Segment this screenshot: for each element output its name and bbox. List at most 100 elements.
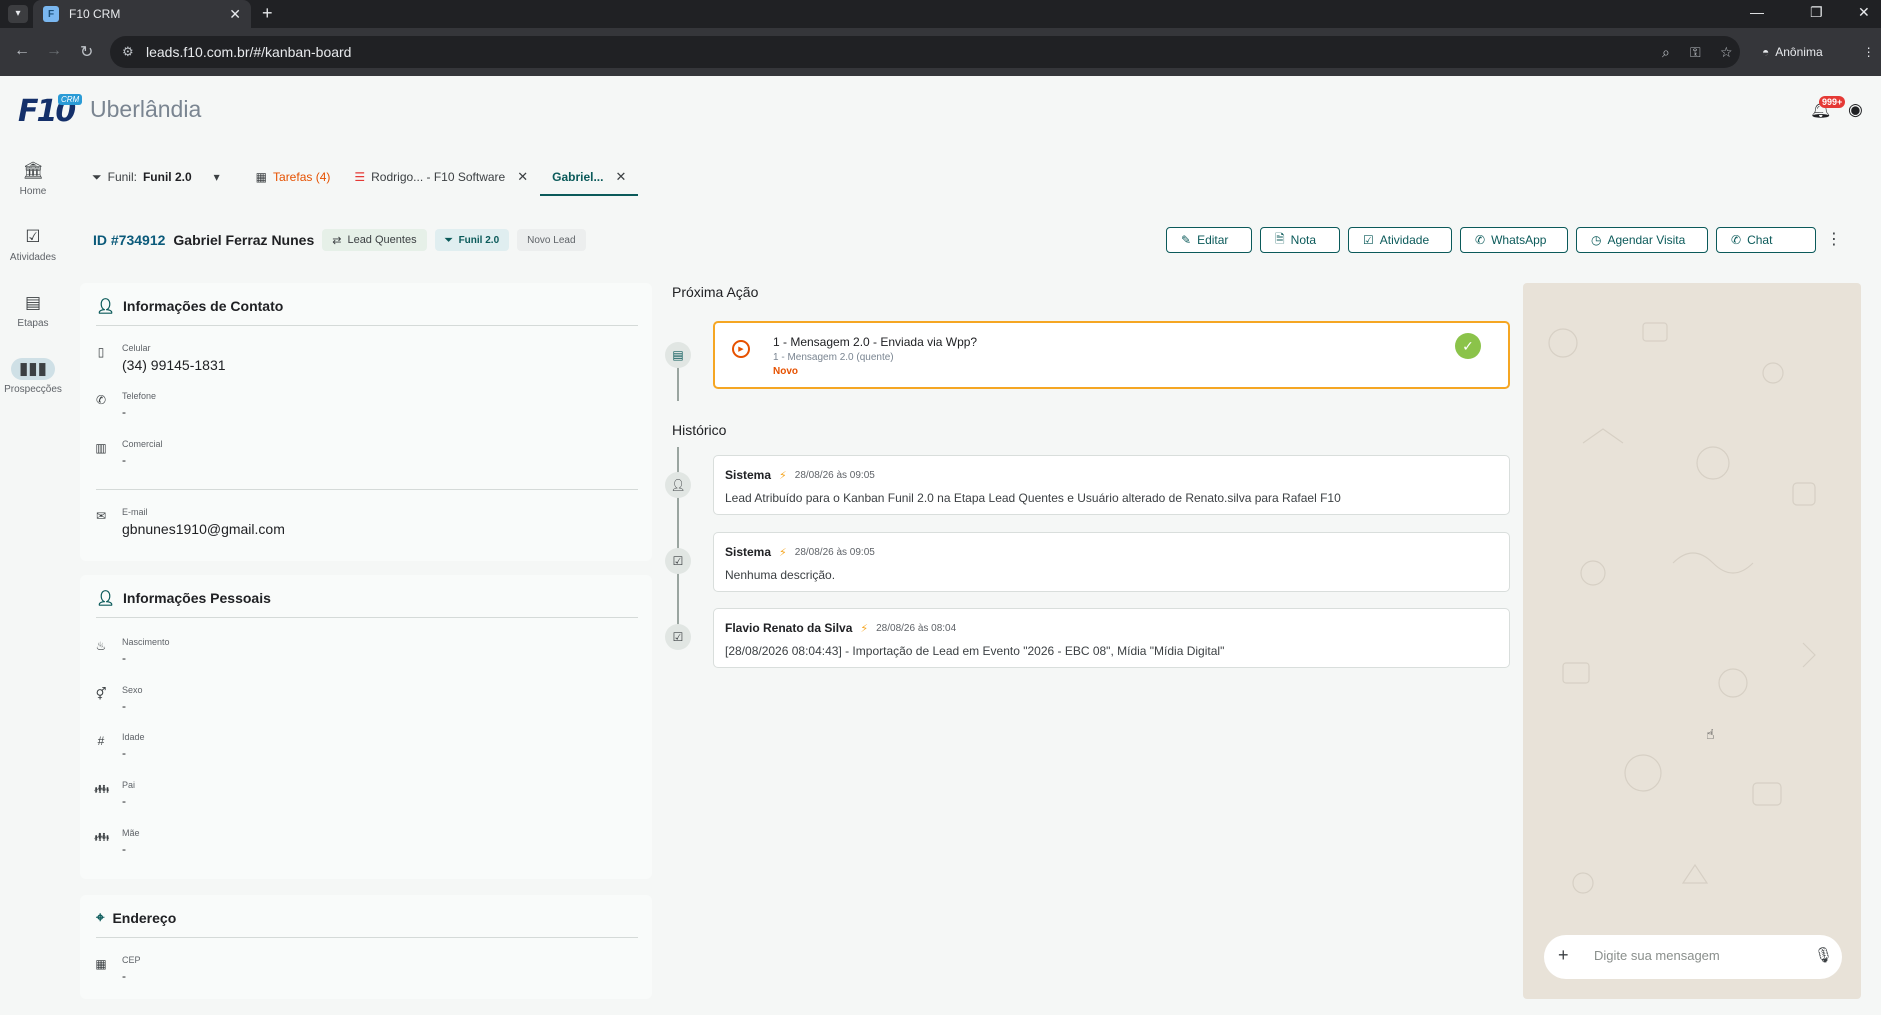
field-value[interactable]: (34) 99145-1831	[122, 357, 226, 373]
chat-message-box[interactable]: + Digite sua mensagem 🎙︎	[1544, 935, 1842, 979]
close-tab-icon[interactable]: ✕	[615, 169, 626, 185]
password-key-icon[interactable]: ⚿	[1690, 44, 1701, 61]
field-label: E-mail	[122, 507, 148, 517]
card-title: 👤︎ Informações de Contato	[96, 297, 283, 315]
history-entry: Flavio Renato da Silva ⚡︎ 28/08/26 às 08:0…	[713, 608, 1510, 668]
message-icon: ▤	[665, 342, 691, 368]
history-time: 28/08/26 às 08:04	[876, 622, 957, 634]
user-account-icon[interactable]: ◉	[1848, 100, 1863, 120]
browser-tab[interactable]: F F10 CRM ✕	[33, 0, 251, 28]
field-label: Nascimento	[122, 637, 170, 647]
sidebar-item-label: Etapas	[17, 318, 49, 329]
whatsapp-button[interactable]: ✆ WhatsApp	[1460, 227, 1568, 253]
tab-label: Rodrigo... - F10 Software	[371, 170, 506, 184]
calendar-icon: ▦	[255, 170, 268, 184]
chip-label: Lead Quentes	[347, 234, 417, 246]
chat-message-input[interactable]: Digite sua mensagem	[1594, 948, 1720, 963]
close-window-icon[interactable]: ✕	[1858, 4, 1870, 21]
next-action-card[interactable]: ▶ 1 - Mensagem 2.0 - Enviada via Wpp? 1 …	[713, 321, 1510, 389]
microphone-icon[interactable]: 🎙︎	[1814, 946, 1833, 964]
note-button[interactable]: 🗎︎ Nota	[1260, 227, 1340, 253]
funnel-selector[interactable]: ⏷ Funil: Funil 2.0 ▾	[80, 158, 232, 196]
sidebar-item-label: Home	[19, 186, 47, 197]
app-header: F10 CRM Uberlândia 🔔︎ 999+ ◉	[0, 76, 1881, 146]
tab-rodrigo[interactable]: ☰ Rodrigo... - F10 Software ✕	[342, 158, 540, 196]
zoom-icon[interactable]: ⌕	[1662, 44, 1670, 61]
new-tab-button[interactable]: +	[262, 3, 273, 24]
tab-label: Gabriel...	[552, 170, 604, 184]
card-title-text: Informações Pessoais	[123, 590, 271, 606]
field-value: -	[122, 746, 126, 760]
minimize-icon[interactable]: —	[1750, 4, 1764, 20]
incognito-icon: ◓	[1762, 45, 1770, 59]
chat-button[interactable]: ✆ Chat	[1716, 227, 1816, 253]
edit-button[interactable]: ✎ Editar	[1166, 227, 1252, 253]
close-tab-icon[interactable]: ✕	[229, 6, 241, 23]
bolt-icon: ⚡︎	[779, 546, 787, 559]
stage-chip[interactable]: ⇄ Lead Quentes	[322, 229, 427, 251]
field-label: Idade	[122, 732, 145, 742]
site-info-icon[interactable]: ⚙	[122, 36, 134, 68]
complete-check-icon[interactable]: ✓	[1455, 333, 1481, 359]
person-icon: 👤︎	[96, 590, 116, 607]
tab-gabriel[interactable]: Gabriel... ✕	[540, 158, 639, 196]
funnel-prefix: Funil:	[107, 170, 137, 184]
gender-icon: ⚥	[95, 687, 107, 701]
card-title: 👤︎ Informações Pessoais	[96, 589, 271, 607]
funnel-chip[interactable]: ⏷ Funil 2.0	[434, 229, 510, 251]
sidebar-item-prospeccoes[interactable]: ▮▮▮ Prospecções	[0, 358, 66, 395]
field-value: -	[122, 405, 126, 419]
checklist-icon: ☑	[25, 227, 41, 246]
sidebar: 🏛︎ Home ☑ Atividades ▤ Etapas ▮▮▮ Prospe…	[0, 146, 66, 1015]
forward-icon[interactable]: →	[46, 42, 62, 60]
field-value: -	[122, 794, 126, 808]
field-value: -	[122, 842, 126, 856]
close-tab-icon[interactable]: ✕	[517, 169, 528, 185]
logo-badge: CRM	[58, 94, 83, 105]
workspace-tabs: ⏷ Funil: Funil 2.0 ▾ ▦ Tarefas (4) ☰ Rod…	[80, 158, 639, 196]
browser-toolbar: ← → ↻ ⚙ leads.f10.com.br/#/kanban-board …	[0, 28, 1881, 76]
field-label: Sexo	[122, 685, 143, 695]
history-text: Lead Atribuído para o Kanban Funil 2.0 n…	[725, 491, 1341, 505]
play-icon[interactable]: ▶	[732, 340, 750, 358]
history-text: [28/08/2026 08:04:43] - Importação de Le…	[725, 644, 1225, 658]
incognito-profile[interactable]: ◓ Anônima ⋮	[1762, 36, 1875, 68]
button-label: Editar	[1197, 233, 1229, 247]
schedule-visit-button[interactable]: ◷ Agendar Visita	[1576, 227, 1708, 253]
tab-label: Tarefas (4)	[273, 170, 331, 184]
address-bar[interactable]: ⚙ leads.f10.com.br/#/kanban-board	[110, 36, 1740, 68]
reload-icon[interactable]: ↻	[80, 42, 93, 62]
contact-info-card: 👤︎ Informações de Contato ▯ Celular (34) …	[80, 283, 652, 561]
sidebar-item-atividades[interactable]: ☑ Atividades	[0, 226, 66, 263]
phone-icon: ✆	[1475, 233, 1486, 247]
history-time: 28/08/26 às 09:05	[794, 546, 875, 558]
sidebar-item-etapas[interactable]: ▤ Etapas	[0, 292, 66, 329]
bolt-icon: ⚡︎	[860, 622, 869, 635]
hand-cursor-icon: ☝	[1706, 726, 1715, 742]
field-value: -	[122, 453, 126, 467]
field-value[interactable]: gbnunes1910@gmail.com	[122, 521, 285, 537]
building-icon: ▥	[95, 441, 107, 455]
field-label: Comercial	[122, 439, 163, 449]
sidebar-item-home[interactable]: 🏛︎ Home	[0, 160, 66, 197]
lead-id: ID #734912	[93, 232, 166, 248]
restore-icon[interactable]: ❐	[1810, 4, 1823, 21]
sidebar-item-label: Prospecções	[4, 384, 62, 395]
url-text: leads.f10.com.br/#/kanban-board	[146, 44, 352, 60]
more-options-icon[interactable]: ⋮	[1826, 229, 1842, 249]
card-title-text: Informações de Contato	[123, 298, 284, 314]
activity-button[interactable]: ☑ Atividade	[1348, 227, 1452, 253]
back-icon[interactable]: ←	[14, 42, 30, 60]
mobile-icon: ▯	[97, 345, 105, 359]
task-icon: ☑	[665, 624, 691, 650]
browser-menu-icon[interactable]: ⋮	[1863, 45, 1875, 59]
funnel-value: Funil 2.0	[142, 170, 192, 184]
pencil-icon: ✎	[1181, 233, 1192, 247]
status-chip: Novo Lead	[517, 229, 586, 251]
field-label: Celular	[122, 343, 151, 353]
chat-panel: + Digite sua mensagem 🎙︎	[1523, 283, 1861, 999]
bookmark-star-icon[interactable]: ☆	[1720, 44, 1733, 61]
tab-search-dropdown[interactable]: ▾	[8, 5, 28, 23]
tab-tarefas[interactable]: ▦ Tarefas (4)	[244, 158, 343, 196]
attach-plus-icon[interactable]: +	[1558, 945, 1569, 966]
